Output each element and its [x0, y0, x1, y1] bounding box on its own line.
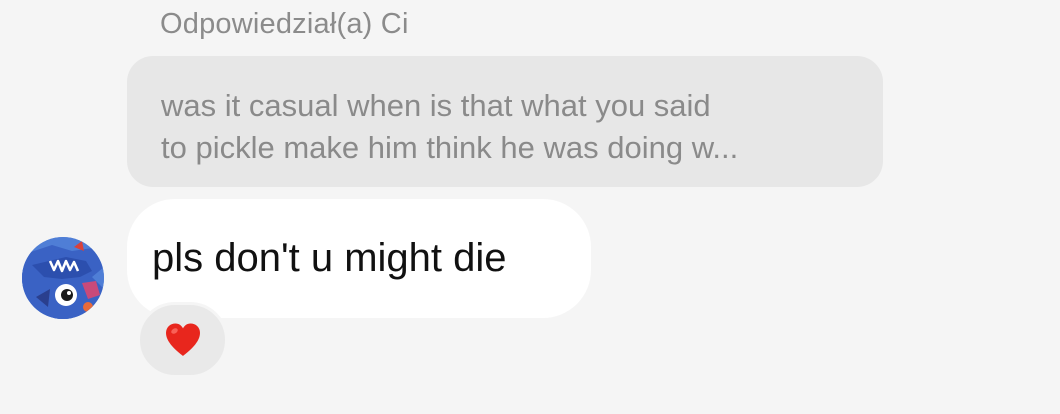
quoted-message-line: was it casual when is that what you said — [161, 88, 711, 123]
avatar-icon — [22, 237, 104, 319]
message-bubble[interactable]: pls don't u might die — [127, 199, 591, 318]
heart-icon — [165, 323, 200, 356]
reply-header: Odpowiedział(a) Ci — [160, 8, 409, 40]
quoted-message-line: to pickle make him think he was doing w.… — [161, 130, 739, 165]
message-text: pls don't u might die — [152, 236, 507, 280]
quoted-message-bubble[interactable]: was it casual when is that what you said… — [127, 56, 883, 187]
reaction-pill[interactable] — [137, 302, 228, 378]
avatar[interactable] — [22, 237, 104, 319]
